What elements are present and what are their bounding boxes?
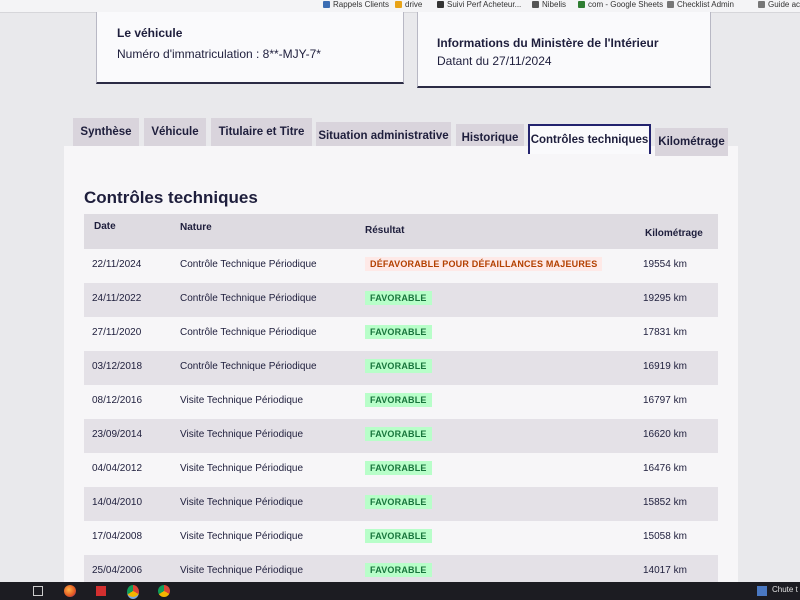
cell-nature: Contrôle Technique Périodique xyxy=(180,327,317,338)
section-title: Contrôles techniques xyxy=(84,188,258,207)
nibelis-icon xyxy=(532,1,539,8)
table-row: 08/12/2016 Visite Technique Périodique FAV… xyxy=(84,385,718,419)
cell-kilometrage: 16620 km xyxy=(643,429,687,440)
bookmark-rappels-clients[interactable]: Rappels Clients xyxy=(323,0,389,10)
vehicle-card-title: Le véhicule xyxy=(117,26,183,40)
cell-nature: Visite Technique Périodique xyxy=(180,565,304,576)
cell-date: 27/11/2020 xyxy=(92,327,142,338)
column-header-nature: Nature xyxy=(180,222,212,233)
sheets-icon xyxy=(578,1,585,8)
registration-number: Numéro d'immatriculation : 8**-MJY-7* xyxy=(117,47,321,61)
cell-nature: Visite Technique Périodique xyxy=(180,497,304,508)
cell-nature: Visite Technique Périodique xyxy=(180,463,304,474)
cell-kilometrage: 15058 km xyxy=(643,531,687,542)
table-row: 23/09/2014 Visite Technique Périodique FAV… xyxy=(84,419,718,453)
cell-date: 25/04/2006 xyxy=(92,565,143,576)
bookmark-checklist-admin[interactable]: Checklist Admin xyxy=(667,0,734,10)
table-row: 14/04/2010 Visite Technique Périodique FAV… xyxy=(84,487,718,521)
cell-date: 22/11/2024 xyxy=(92,259,142,270)
cell-kilometrage: 17831 km xyxy=(643,327,687,338)
drive-icon xyxy=(395,1,402,8)
bookmark-suivi-perf[interactable]: Suivi Perf Acheteur... xyxy=(437,0,521,10)
result-badge: FAVORABLE xyxy=(365,495,432,509)
cell-kilometrage: 14017 km xyxy=(643,565,687,576)
cell-nature: Visite Technique Périodique xyxy=(180,395,304,406)
acrobat-icon[interactable] xyxy=(96,586,106,596)
taskbar: Chute t xyxy=(0,582,800,600)
table-row: 27/11/2020 Contrôle Technique Périodique F… xyxy=(84,317,718,351)
notification-icon xyxy=(757,586,767,596)
notification-text: Chute t xyxy=(772,585,798,594)
result-badge: FAVORABLE xyxy=(365,393,432,407)
ministry-date: Datant du 27/11/2024 xyxy=(437,54,552,68)
chrome-icon-2[interactable] xyxy=(158,585,170,597)
cell-kilometrage: 16476 km xyxy=(643,463,687,474)
ministry-card-title: Informations du Ministère de l'Intérieur xyxy=(437,36,659,50)
inspections-table: Date Nature Résultat Kilométrage 22/11/2… xyxy=(84,214,718,586)
cell-date: 08/12/2016 xyxy=(92,395,143,406)
bookmark-drive[interactable]: drive xyxy=(395,0,422,10)
result-badge: FAVORABLE xyxy=(365,461,432,475)
bookmark-nibelis[interactable]: Nibelis xyxy=(532,0,566,10)
result-badge: FAVORABLE xyxy=(365,291,432,305)
bookmark-google-sheets[interactable]: com - Google Sheets xyxy=(578,0,663,10)
cell-kilometrage: 15852 km xyxy=(643,497,687,508)
cell-nature: Contrôle Technique Périodique xyxy=(180,259,317,270)
cell-kilometrage: 16919 km xyxy=(643,361,687,372)
cell-kilometrage: 16797 km xyxy=(643,395,687,406)
cell-date: 03/12/2018 xyxy=(92,361,143,372)
table-row: 22/11/2024 Contrôle Technique Périodique D… xyxy=(84,249,718,283)
table-row: 17/04/2008 Visite Technique Périodique FAV… xyxy=(84,521,718,555)
tab-vehicule[interactable]: Véhicule xyxy=(144,118,206,146)
tab-synthese[interactable]: Synthèse xyxy=(73,118,139,146)
cell-date: 14/04/2010 xyxy=(92,497,143,508)
ministry-card: Informations du Ministère de l'Intérieur… xyxy=(417,12,711,88)
column-header-kilometrage: Kilométrage xyxy=(645,228,703,239)
cell-nature: Contrôle Technique Périodique xyxy=(180,361,317,372)
bookmark-icon xyxy=(437,1,444,8)
chrome-icon[interactable] xyxy=(127,585,139,599)
cell-date: 04/04/2012 xyxy=(92,463,143,474)
vehicle-card: Le véhicule Numéro d'immatriculation : 8… xyxy=(96,12,404,84)
bookmark-icon xyxy=(323,1,330,8)
bookmark-guide[interactable]: Guide ach xyxy=(758,0,800,10)
cell-kilometrage: 19295 km xyxy=(643,293,687,304)
table-row: 24/11/2022 Contrôle Technique Périodique F… xyxy=(84,283,718,317)
firefox-icon[interactable] xyxy=(64,585,76,597)
bookmark-icon xyxy=(758,1,765,8)
task-view-icon[interactable] xyxy=(33,586,43,596)
result-badge: FAVORABLE xyxy=(365,325,432,339)
cell-nature: Visite Technique Périodique xyxy=(180,429,304,440)
tab-titulaire-titre[interactable]: Titulaire et Titre xyxy=(211,118,312,146)
cell-date: 23/09/2014 xyxy=(92,429,143,440)
result-badge: DÉFAVORABLE POUR DÉFAILLANCES MAJEURES xyxy=(365,257,603,271)
tab-controles-techniques[interactable]: Contrôles techniques xyxy=(528,124,651,154)
tab-kilometrage[interactable]: Kilométrage xyxy=(655,128,728,156)
result-badge: FAVORABLE xyxy=(365,427,432,441)
table-row: 04/04/2012 Visite Technique Périodique FAV… xyxy=(84,453,718,487)
cell-date: 17/04/2008 xyxy=(92,531,143,542)
column-header-date: Date xyxy=(94,221,116,232)
bookmark-icon xyxy=(667,1,674,8)
table-row: 03/12/2018 Contrôle Technique Périodique F… xyxy=(84,351,718,385)
result-badge: FAVORABLE xyxy=(365,529,432,543)
column-header-resultat: Résultat xyxy=(365,225,405,236)
result-badge: FAVORABLE xyxy=(365,563,432,577)
table-header: Date Nature Résultat Kilométrage xyxy=(84,214,718,250)
cell-date: 24/11/2022 xyxy=(92,293,142,304)
cell-kilometrage: 19554 km xyxy=(643,259,687,270)
cell-nature: Contrôle Technique Périodique xyxy=(180,293,317,304)
cell-nature: Visite Technique Périodique xyxy=(180,531,304,542)
result-badge: FAVORABLE xyxy=(365,359,432,373)
